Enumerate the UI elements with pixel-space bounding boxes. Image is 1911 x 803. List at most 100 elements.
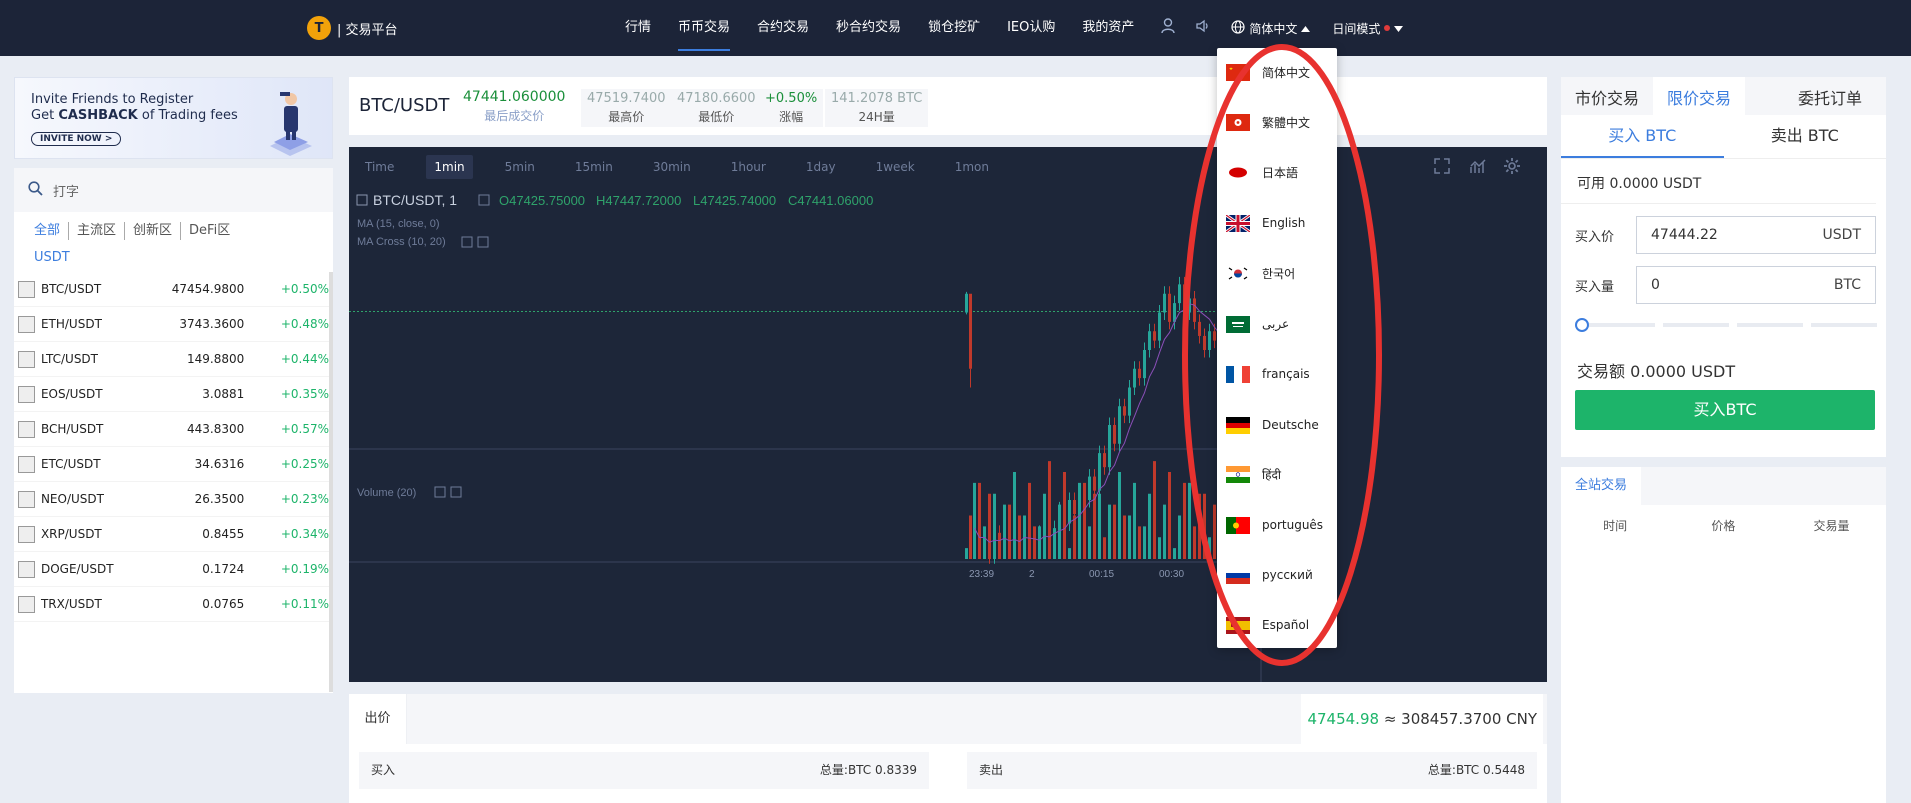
candlestick-chart-canvas[interactable]: BTC/USDT, 1 O47425.75000 H47447.72000 L4742…	[349, 187, 1547, 682]
language-option-label: Español	[1262, 618, 1310, 632]
nav-staking-mining[interactable]: 锁仓挖矿	[928, 0, 980, 56]
timeframe-1week[interactable]: 1week	[868, 155, 923, 179]
coin-row[interactable]: ETC/USDT 34.6316 +0.25%	[14, 447, 329, 482]
coin-row[interactable]: XRP/USDT 0.8455 +0.34%	[14, 517, 329, 552]
tab-buy-btc[interactable]: 买入 BTC	[1561, 115, 1724, 158]
category-all[interactable]: 全部	[34, 222, 70, 240]
coin-row[interactable]: BCH/USDT 443.8300 +0.57%	[14, 412, 329, 447]
language-option-label: हिंदी	[1262, 467, 1281, 482]
language-option[interactable]: English	[1217, 203, 1337, 243]
tab-bids[interactable]: 出价	[349, 694, 407, 744]
amount-input[interactable]: 0 BTC	[1636, 266, 1876, 304]
nav-second-contract[interactable]: 秒合约交易	[836, 0, 901, 56]
language-option[interactable]: français	[1217, 354, 1337, 394]
coin-change: +0.19%	[280, 562, 329, 576]
available-balance: 可用 0.0000 USDT	[1561, 159, 1876, 204]
candle-body	[1108, 425, 1111, 468]
coin-row[interactable]: NEO/USDT 26.3500 +0.23%	[14, 482, 329, 517]
timeframe-time[interactable]: Time	[357, 155, 402, 179]
slider-knob[interactable]	[1575, 318, 1589, 332]
tab-sell-btc[interactable]: 卖出 BTC	[1724, 115, 1887, 158]
slider-segment	[1589, 323, 1655, 327]
market-search[interactable]: 打字	[14, 168, 333, 212]
price-input[interactable]: 47444.22 USDT	[1636, 216, 1876, 254]
amount-slider[interactable]	[1575, 318, 1877, 332]
coin-row[interactable]: BTC/USDT 47454.9800 +0.50%	[14, 272, 329, 307]
language-option[interactable]: 简体中文	[1217, 52, 1337, 92]
nav-ieo[interactable]: IEO认购	[1007, 0, 1055, 56]
tab-open-orders[interactable]: 委托订单	[1784, 77, 1876, 117]
category-defi[interactable]: DeFi区	[189, 222, 238, 240]
nav-my-assets[interactable]: 我的资产	[1082, 0, 1134, 56]
category-main[interactable]: 主流区	[77, 222, 126, 240]
volume-bar	[1193, 526, 1196, 559]
language-option[interactable]: Español	[1217, 605, 1337, 645]
language-option[interactable]: 한국어	[1217, 253, 1337, 293]
caret-up-icon	[1301, 21, 1311, 35]
language-option[interactable]: عربى	[1217, 304, 1337, 344]
settings-gear-icon[interactable]	[1503, 157, 1521, 180]
timeframe-1mon[interactable]: 1mon	[947, 155, 997, 179]
tab-market-order[interactable]: 市价交易	[1561, 77, 1653, 115]
language-option[interactable]: हिंदी	[1217, 454, 1337, 494]
timeframe-30min[interactable]: 30min	[645, 155, 699, 179]
coin-list-scrollbar[interactable]	[329, 272, 333, 692]
volume-close-icon	[450, 486, 462, 498]
volume-bar	[1053, 537, 1056, 559]
indicators-icon[interactable]	[1469, 157, 1487, 180]
coin-pair: TRX/USDT	[40, 597, 102, 611]
flag-kr-icon	[1226, 264, 1250, 282]
language-option[interactable]: 日本語	[1217, 152, 1337, 192]
coin-row[interactable]: ETH/USDT 3743.3600 +0.48%	[14, 307, 329, 342]
price-chart[interactable]: Time 1min 5min 15min 30min 1hour 1day 1w…	[349, 147, 1547, 682]
user-icon[interactable]	[1161, 18, 1176, 38]
logo-mark-icon: T	[307, 16, 331, 40]
market-trades-header: 时间 价格 交易量	[1561, 505, 1886, 534]
candle-body	[1113, 425, 1116, 444]
language-option[interactable]: русский	[1217, 555, 1337, 595]
tab-limit-order[interactable]: 限价交易	[1653, 77, 1746, 115]
stat-low: 47180.6600 最低价	[671, 89, 762, 127]
coin-change: +0.25%	[280, 457, 329, 471]
candle-body	[1213, 331, 1216, 341]
invite-banner[interactable]: Invite Friends to Register Get CASHBACK …	[14, 77, 333, 159]
language-option[interactable]: Deutsche	[1217, 405, 1337, 445]
search-input[interactable]: 打字	[53, 181, 79, 200]
stat-high: 47519.7400 最高价	[581, 89, 672, 127]
buy-btc-button[interactable]: 买入BTC	[1575, 390, 1875, 430]
language-option-label: 简体中文	[1262, 65, 1311, 80]
speaker-icon[interactable]	[1195, 18, 1211, 38]
timeframe-15min[interactable]: 15min	[567, 155, 621, 179]
language-option[interactable]: 繁體中文	[1217, 102, 1337, 142]
price-row: 买入价 47444.22 USDT	[1561, 216, 1886, 254]
candle-body	[1193, 298, 1196, 322]
coin-logo-icon	[18, 490, 35, 508]
nav-contract-trading[interactable]: 合约交易	[757, 0, 809, 56]
ticker-pair: BTC/USDT	[359, 95, 450, 116]
nav-market[interactable]: 行情	[625, 0, 651, 56]
coin-row[interactable]: LTC/USDT 149.8800 +0.44%	[14, 342, 329, 377]
tab-all-trades[interactable]: 全站交易	[1561, 467, 1642, 505]
coin-row[interactable]: EOS/USDT 3.0881 +0.35%	[14, 377, 329, 412]
category-innovation[interactable]: 创新区	[133, 222, 182, 240]
coin-price: 26.3500	[194, 492, 245, 506]
fullscreen-icon[interactable]	[1433, 157, 1451, 180]
volume-bar	[1088, 526, 1091, 559]
language-option[interactable]: português	[1217, 505, 1337, 545]
nav-spot-trading[interactable]: 币币交易	[678, 0, 731, 56]
timeframe-1hour[interactable]: 1hour	[723, 155, 774, 179]
trade-total: 交易额 0.0000 USDT	[1577, 362, 1736, 381]
timeframe-1day[interactable]: 1day	[798, 155, 844, 179]
timeframe-1min[interactable]: 1min	[426, 155, 473, 179]
language-selector[interactable]: 简体中文	[1231, 19, 1311, 37]
slider-segment	[1663, 323, 1729, 327]
coin-row[interactable]: TRX/USDT 0.0765 +0.11%	[14, 587, 329, 622]
logo[interactable]: T | 交易平台	[307, 16, 398, 40]
banner-headline: Invite Friends to Register	[31, 92, 194, 107]
candle-body	[1208, 331, 1211, 350]
invite-now-button[interactable]: INVITE NOW >	[31, 132, 122, 146]
timeframe-5min[interactable]: 5min	[497, 155, 543, 179]
coin-row[interactable]: DOGE/USDT 0.1724 +0.19%	[14, 552, 329, 587]
quote-tab-usdt[interactable]: USDT	[14, 240, 333, 273]
theme-mode-selector[interactable]: 日间模式	[1332, 20, 1404, 37]
